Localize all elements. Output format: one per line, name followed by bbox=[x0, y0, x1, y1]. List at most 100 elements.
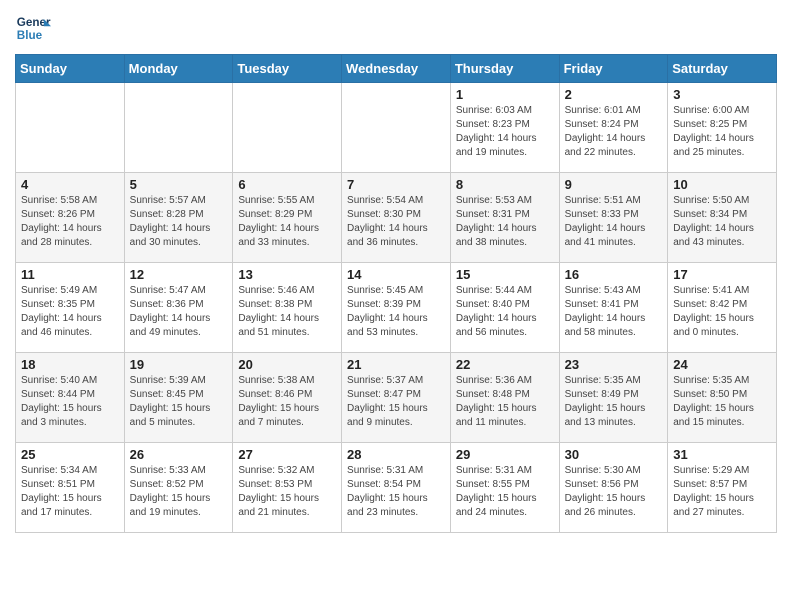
calendar-cell: 20 Sunrise: 5:38 AM Sunset: 8:46 PM Dayli… bbox=[233, 353, 342, 443]
calendar-week-3: 11Sunrise: 5:49 AM Sunset: 8:35 PM Dayli… bbox=[16, 263, 777, 353]
day-info: Sunrise: 5:32 AM Sunset: 8:53 PM Dayligh… bbox=[238, 464, 336, 520]
day-number: 5 bbox=[130, 177, 228, 192]
day-info: Sunrise: 5:47 AM Sunset: 8:36 PM Dayligh… bbox=[130, 284, 228, 340]
calendar-header-row: SundayMondayTuesdayWednesdayThursdayFrid… bbox=[16, 55, 777, 83]
day-number: 20 bbox=[238, 357, 336, 372]
calendar-cell: 7 Sunrise: 5:54 AM Sunset: 8:30 PM Daylig… bbox=[342, 173, 451, 263]
day-number: 23 bbox=[565, 357, 663, 372]
calendar-cell: 18 Sunrise: 5:40 AM Sunset: 8:44 PM Dayli… bbox=[16, 353, 125, 443]
weekday-saturday: Saturday bbox=[668, 55, 777, 83]
day-number: 10 bbox=[673, 177, 771, 192]
calendar-cell: 14 Sunrise: 5:45 AM Sunset: 8:39 PM Dayli… bbox=[342, 263, 451, 353]
day-info: Sunrise: 5:31 AM Sunset: 8:55 PM Dayligh… bbox=[456, 464, 554, 520]
day-number: 28 bbox=[347, 447, 445, 462]
day-info: Sunrise: 5:49 AM Sunset: 8:35 PM Dayligh… bbox=[21, 284, 119, 340]
day-info: Sunrise: 5:54 AM Sunset: 8:30 PM Dayligh… bbox=[347, 194, 445, 250]
calendar-cell: 23 Sunrise: 5:35 AM Sunset: 8:49 PM Dayli… bbox=[559, 353, 668, 443]
day-number: 7 bbox=[347, 177, 445, 192]
day-info: Sunrise: 5:50 AM Sunset: 8:34 PM Dayligh… bbox=[673, 194, 771, 250]
calendar-cell: 29 Sunrise: 5:31 AM Sunset: 8:55 PM Dayli… bbox=[450, 443, 559, 533]
day-info: Sunrise: 5:33 AM Sunset: 8:52 PM Dayligh… bbox=[130, 464, 228, 520]
calendar-cell: 13Sunrise: 5:46 AM Sunset: 8:38 PM Dayli… bbox=[233, 263, 342, 353]
day-info: Sunrise: 5:46 AM Sunset: 8:38 PM Dayligh… bbox=[238, 284, 336, 340]
calendar-cell bbox=[16, 83, 125, 173]
calendar-cell bbox=[124, 83, 233, 173]
calendar-cell: 2 Sunrise: 6:01 AM Sunset: 8:24 PM Daylig… bbox=[559, 83, 668, 173]
day-info: Sunrise: 5:31 AM Sunset: 8:54 PM Dayligh… bbox=[347, 464, 445, 520]
day-number: 31 bbox=[673, 447, 771, 462]
day-info: Sunrise: 5:40 AM Sunset: 8:44 PM Dayligh… bbox=[21, 374, 119, 430]
day-number: 18 bbox=[21, 357, 119, 372]
day-number: 2 bbox=[565, 87, 663, 102]
day-number: 24 bbox=[673, 357, 771, 372]
calendar-cell: 26 Sunrise: 5:33 AM Sunset: 8:52 PM Dayli… bbox=[124, 443, 233, 533]
calendar-cell: 17 Sunrise: 5:41 AM Sunset: 8:42 PM Dayli… bbox=[668, 263, 777, 353]
day-info: Sunrise: 5:39 AM Sunset: 8:45 PM Dayligh… bbox=[130, 374, 228, 430]
day-number: 8 bbox=[456, 177, 554, 192]
day-info: Sunrise: 5:29 AM Sunset: 8:57 PM Dayligh… bbox=[673, 464, 771, 520]
day-number: 22 bbox=[456, 357, 554, 372]
calendar-cell: 24 Sunrise: 5:35 AM Sunset: 8:50 PM Dayli… bbox=[668, 353, 777, 443]
calendar-cell: 30 Sunrise: 5:30 AM Sunset: 8:56 PM Dayli… bbox=[559, 443, 668, 533]
weekday-thursday: Thursday bbox=[450, 55, 559, 83]
day-info: Sunrise: 5:35 AM Sunset: 8:49 PM Dayligh… bbox=[565, 374, 663, 430]
day-info: Sunrise: 5:38 AM Sunset: 8:46 PM Dayligh… bbox=[238, 374, 336, 430]
day-number: 3 bbox=[673, 87, 771, 102]
calendar-cell: 11Sunrise: 5:49 AM Sunset: 8:35 PM Dayli… bbox=[16, 263, 125, 353]
day-number: 6 bbox=[238, 177, 336, 192]
day-number: 27 bbox=[238, 447, 336, 462]
day-info: Sunrise: 6:03 AM Sunset: 8:23 PM Dayligh… bbox=[456, 104, 554, 160]
calendar-cell: 31 Sunrise: 5:29 AM Sunset: 8:57 PM Dayli… bbox=[668, 443, 777, 533]
day-info: Sunrise: 5:35 AM Sunset: 8:50 PM Dayligh… bbox=[673, 374, 771, 430]
day-info: Sunrise: 6:00 AM Sunset: 8:25 PM Dayligh… bbox=[673, 104, 771, 160]
calendar-cell: 12 Sunrise: 5:47 AM Sunset: 8:36 PM Dayli… bbox=[124, 263, 233, 353]
day-info: Sunrise: 5:44 AM Sunset: 8:40 PM Dayligh… bbox=[456, 284, 554, 340]
day-number: 30 bbox=[565, 447, 663, 462]
weekday-sunday: Sunday bbox=[16, 55, 125, 83]
calendar-cell bbox=[342, 83, 451, 173]
day-number: 29 bbox=[456, 447, 554, 462]
day-number: 25 bbox=[21, 447, 119, 462]
day-number: 14 bbox=[347, 267, 445, 282]
day-info: Sunrise: 5:55 AM Sunset: 8:29 PM Dayligh… bbox=[238, 194, 336, 250]
calendar-body: 1Sunrise: 6:03 AM Sunset: 8:23 PM Daylig… bbox=[16, 83, 777, 533]
calendar-cell: 10 Sunrise: 5:50 AM Sunset: 8:34 PM Dayli… bbox=[668, 173, 777, 263]
day-number: 15 bbox=[456, 267, 554, 282]
calendar-cell bbox=[233, 83, 342, 173]
day-number: 9 bbox=[565, 177, 663, 192]
day-number: 12 bbox=[130, 267, 228, 282]
day-info: Sunrise: 5:58 AM Sunset: 8:26 PM Dayligh… bbox=[21, 194, 119, 250]
calendar-cell: 4 Sunrise: 5:58 AM Sunset: 8:26 PM Daylig… bbox=[16, 173, 125, 263]
day-info: Sunrise: 5:51 AM Sunset: 8:33 PM Dayligh… bbox=[565, 194, 663, 250]
logo: General Blue bbox=[15, 10, 51, 46]
calendar-cell: 22 Sunrise: 5:36 AM Sunset: 8:48 PM Dayli… bbox=[450, 353, 559, 443]
calendar-cell: 25Sunrise: 5:34 AM Sunset: 8:51 PM Dayli… bbox=[16, 443, 125, 533]
calendar-cell: 5 Sunrise: 5:57 AM Sunset: 8:28 PM Daylig… bbox=[124, 173, 233, 263]
weekday-monday: Monday bbox=[124, 55, 233, 83]
calendar-week-4: 18 Sunrise: 5:40 AM Sunset: 8:44 PM Dayli… bbox=[16, 353, 777, 443]
page-header: General Blue bbox=[15, 10, 777, 46]
day-info: Sunrise: 5:45 AM Sunset: 8:39 PM Dayligh… bbox=[347, 284, 445, 340]
day-number: 4 bbox=[21, 177, 119, 192]
day-info: Sunrise: 5:36 AM Sunset: 8:48 PM Dayligh… bbox=[456, 374, 554, 430]
calendar-cell: 15 Sunrise: 5:44 AM Sunset: 8:40 PM Dayli… bbox=[450, 263, 559, 353]
calendar-cell: 8Sunrise: 5:53 AM Sunset: 8:31 PM Daylig… bbox=[450, 173, 559, 263]
day-info: Sunrise: 5:41 AM Sunset: 8:42 PM Dayligh… bbox=[673, 284, 771, 340]
day-info: Sunrise: 5:57 AM Sunset: 8:28 PM Dayligh… bbox=[130, 194, 228, 250]
day-info: Sunrise: 6:01 AM Sunset: 8:24 PM Dayligh… bbox=[565, 104, 663, 160]
day-number: 26 bbox=[130, 447, 228, 462]
day-number: 17 bbox=[673, 267, 771, 282]
weekday-wednesday: Wednesday bbox=[342, 55, 451, 83]
weekday-friday: Friday bbox=[559, 55, 668, 83]
day-info: Sunrise: 5:37 AM Sunset: 8:47 PM Dayligh… bbox=[347, 374, 445, 430]
calendar-cell: 28 Sunrise: 5:31 AM Sunset: 8:54 PM Dayli… bbox=[342, 443, 451, 533]
calendar-cell: 21Sunrise: 5:37 AM Sunset: 8:47 PM Dayli… bbox=[342, 353, 451, 443]
day-info: Sunrise: 5:43 AM Sunset: 8:41 PM Dayligh… bbox=[565, 284, 663, 340]
calendar-cell: 16 Sunrise: 5:43 AM Sunset: 8:41 PM Dayli… bbox=[559, 263, 668, 353]
day-number: 16 bbox=[565, 267, 663, 282]
day-info: Sunrise: 5:30 AM Sunset: 8:56 PM Dayligh… bbox=[565, 464, 663, 520]
calendar-cell: 3 Sunrise: 6:00 AM Sunset: 8:25 PM Daylig… bbox=[668, 83, 777, 173]
calendar-cell: 9 Sunrise: 5:51 AM Sunset: 8:33 PM Daylig… bbox=[559, 173, 668, 263]
day-number: 19 bbox=[130, 357, 228, 372]
calendar-cell: 27 Sunrise: 5:32 AM Sunset: 8:53 PM Dayli… bbox=[233, 443, 342, 533]
